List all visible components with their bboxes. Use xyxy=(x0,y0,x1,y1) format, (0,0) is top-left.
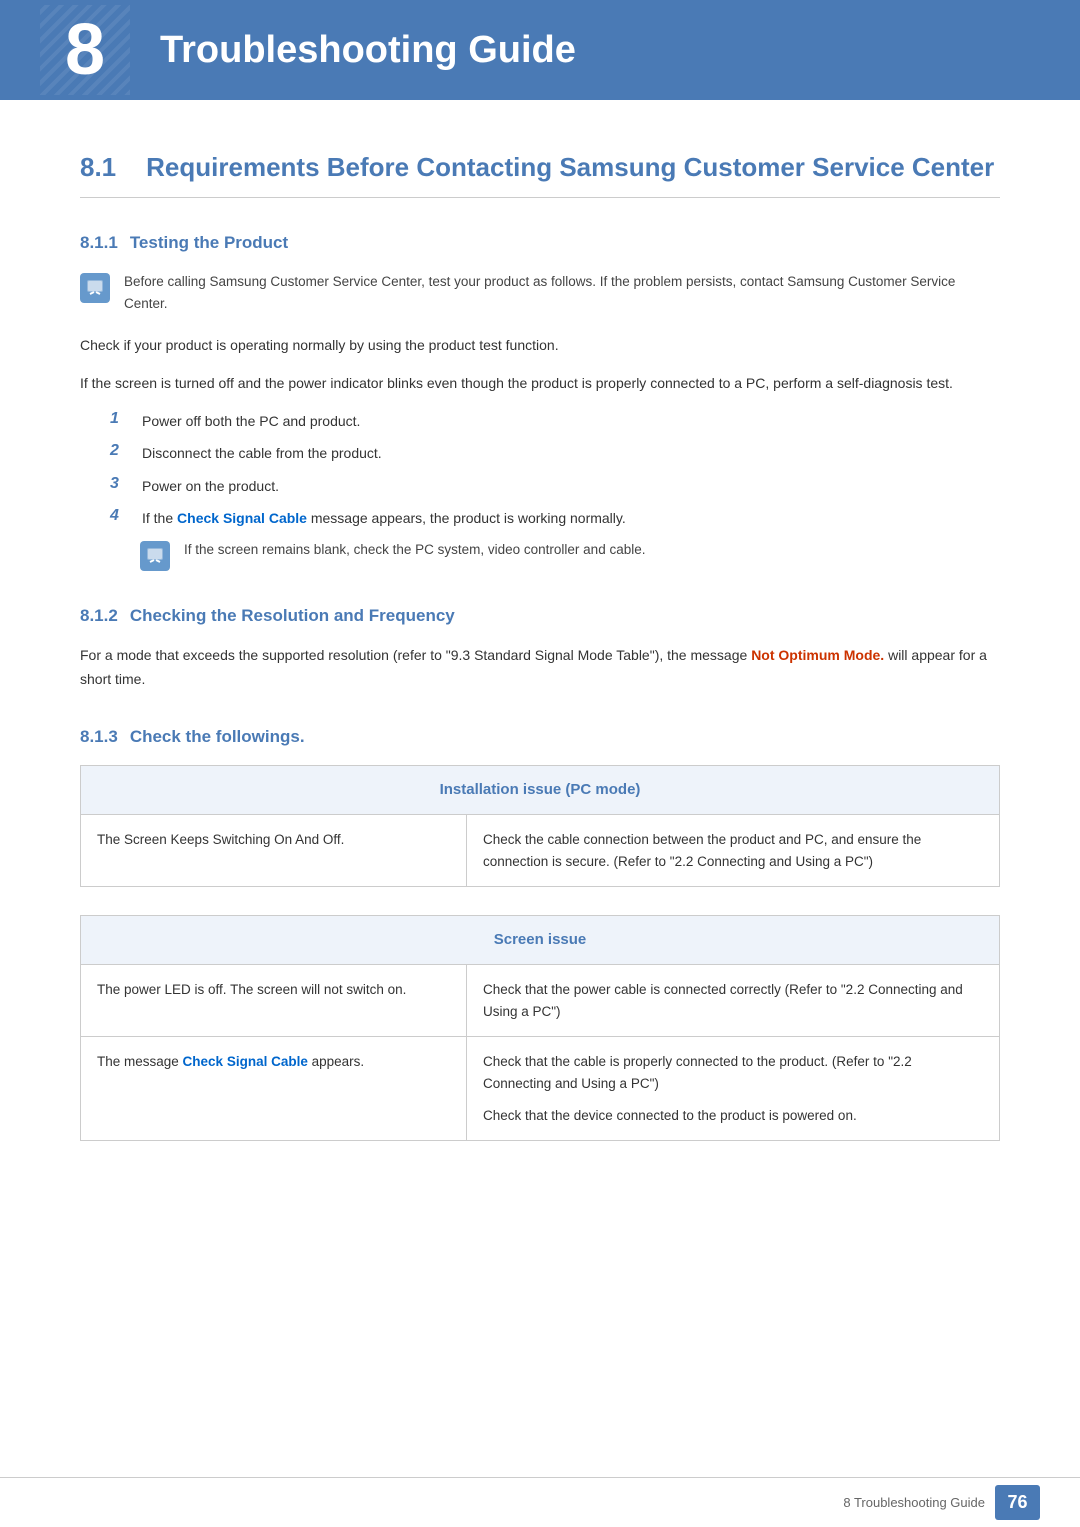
chapter-number: 8 xyxy=(65,14,105,86)
solution-text-1: Check that the cable is properly connect… xyxy=(483,1051,983,1094)
list-text-3: Power on the product. xyxy=(142,475,279,497)
list-num-1: 1 xyxy=(110,410,128,428)
table-row: The message Check Signal Cable appears. … xyxy=(81,1037,1000,1141)
list-num-2: 2 xyxy=(110,442,128,460)
list-num-3: 3 xyxy=(110,475,128,493)
footer: 8 Troubleshooting Guide 76 xyxy=(0,1477,1080,1527)
screen-issue-cell-1: The power LED is off. The screen will no… xyxy=(81,965,467,1037)
note-text-1: Before calling Samsung Customer Service … xyxy=(124,271,1000,314)
note-icon-1 xyxy=(80,273,110,303)
check-signal-cable-table-bold: Check Signal Cable xyxy=(183,1054,308,1069)
list-num-4: 4 xyxy=(110,507,128,525)
installation-issue-cell: The Screen Keeps Switching On And Off. xyxy=(81,815,467,887)
screen-table-header: Screen issue xyxy=(81,916,1000,965)
list-item-2: 2 Disconnect the cable from the product. xyxy=(110,442,1000,464)
screen-solution-cell-2: Check that the cable is properly connect… xyxy=(466,1037,999,1141)
check-signal-cable-bold: Check Signal Cable xyxy=(177,510,307,526)
table-row: The Screen Keeps Switching On And Off. C… xyxy=(81,815,1000,887)
chapter-header: 8 Troubleshooting Guide xyxy=(0,0,1080,100)
para-811-2: If the screen is turned off and the powe… xyxy=(80,372,1000,396)
footer-text: 8 Troubleshooting Guide xyxy=(843,1495,985,1510)
list-text-1: Power off both the PC and product. xyxy=(142,410,360,432)
section-81-number: 8.1 xyxy=(80,152,116,182)
list-item-1: 1 Power off both the PC and product. xyxy=(110,410,1000,432)
screen-solution-cell-1: Check that the power cable is connected … xyxy=(466,965,999,1037)
note-box-1: Before calling Samsung Customer Service … xyxy=(80,271,1000,314)
note-icon-2 xyxy=(140,541,170,571)
section-81-title: 8.1Requirements Before Contacting Samsun… xyxy=(80,150,1000,198)
screen-issue-table: Screen issue The power LED is off. The s… xyxy=(80,915,1000,1141)
section-813-title: 8.1.3Check the followings. xyxy=(80,727,1000,747)
sub-note: If the screen remains blank, check the P… xyxy=(140,539,1000,571)
chapter-title: Troubleshooting Guide xyxy=(160,29,576,72)
list-item-4: 4 If the Check Signal Cable message appe… xyxy=(110,507,1000,529)
section-813: 8.1.3Check the followings. Installation … xyxy=(80,727,1000,1141)
solution-text-2: Check that the device connected to the p… xyxy=(483,1105,983,1127)
para-812-1: For a mode that exceeds the supported re… xyxy=(80,644,1000,692)
section-812-title: 8.1.2Checking the Resolution and Frequen… xyxy=(80,606,1000,626)
not-optimum-mode-bold: Not Optimum Mode. xyxy=(751,647,884,663)
section-812: 8.1.2Checking the Resolution and Frequen… xyxy=(80,606,1000,692)
installation-issue-table: Installation issue (PC mode) The Screen … xyxy=(80,765,1000,887)
section-811-title: 8.1.1Testing the Product xyxy=(80,233,1000,253)
list-item-3: 3 Power on the product. xyxy=(110,475,1000,497)
numbered-list: 1 Power off both the PC and product. 2 D… xyxy=(110,410,1000,572)
section-811: 8.1.1Testing the Product Before calling … xyxy=(80,233,1000,571)
list-text-4: If the Check Signal Cable message appear… xyxy=(142,507,626,529)
para-811-1: Check if your product is operating norma… xyxy=(80,334,1000,358)
screen-issue-cell-2: The message Check Signal Cable appears. xyxy=(81,1037,467,1141)
installation-solution-cell: Check the cable connection between the p… xyxy=(466,815,999,887)
note-text-2: If the screen remains blank, check the P… xyxy=(184,539,645,561)
main-content: 8.1Requirements Before Contacting Samsun… xyxy=(0,100,1080,1261)
chapter-number-box: 8 xyxy=(40,5,130,95)
table-row: The power LED is off. The screen will no… xyxy=(81,965,1000,1037)
installation-table-header: Installation issue (PC mode) xyxy=(81,766,1000,815)
section-81: 8.1Requirements Before Contacting Samsun… xyxy=(80,150,1000,1141)
list-text-2: Disconnect the cable from the product. xyxy=(142,442,382,464)
footer-page-number: 76 xyxy=(995,1485,1040,1520)
